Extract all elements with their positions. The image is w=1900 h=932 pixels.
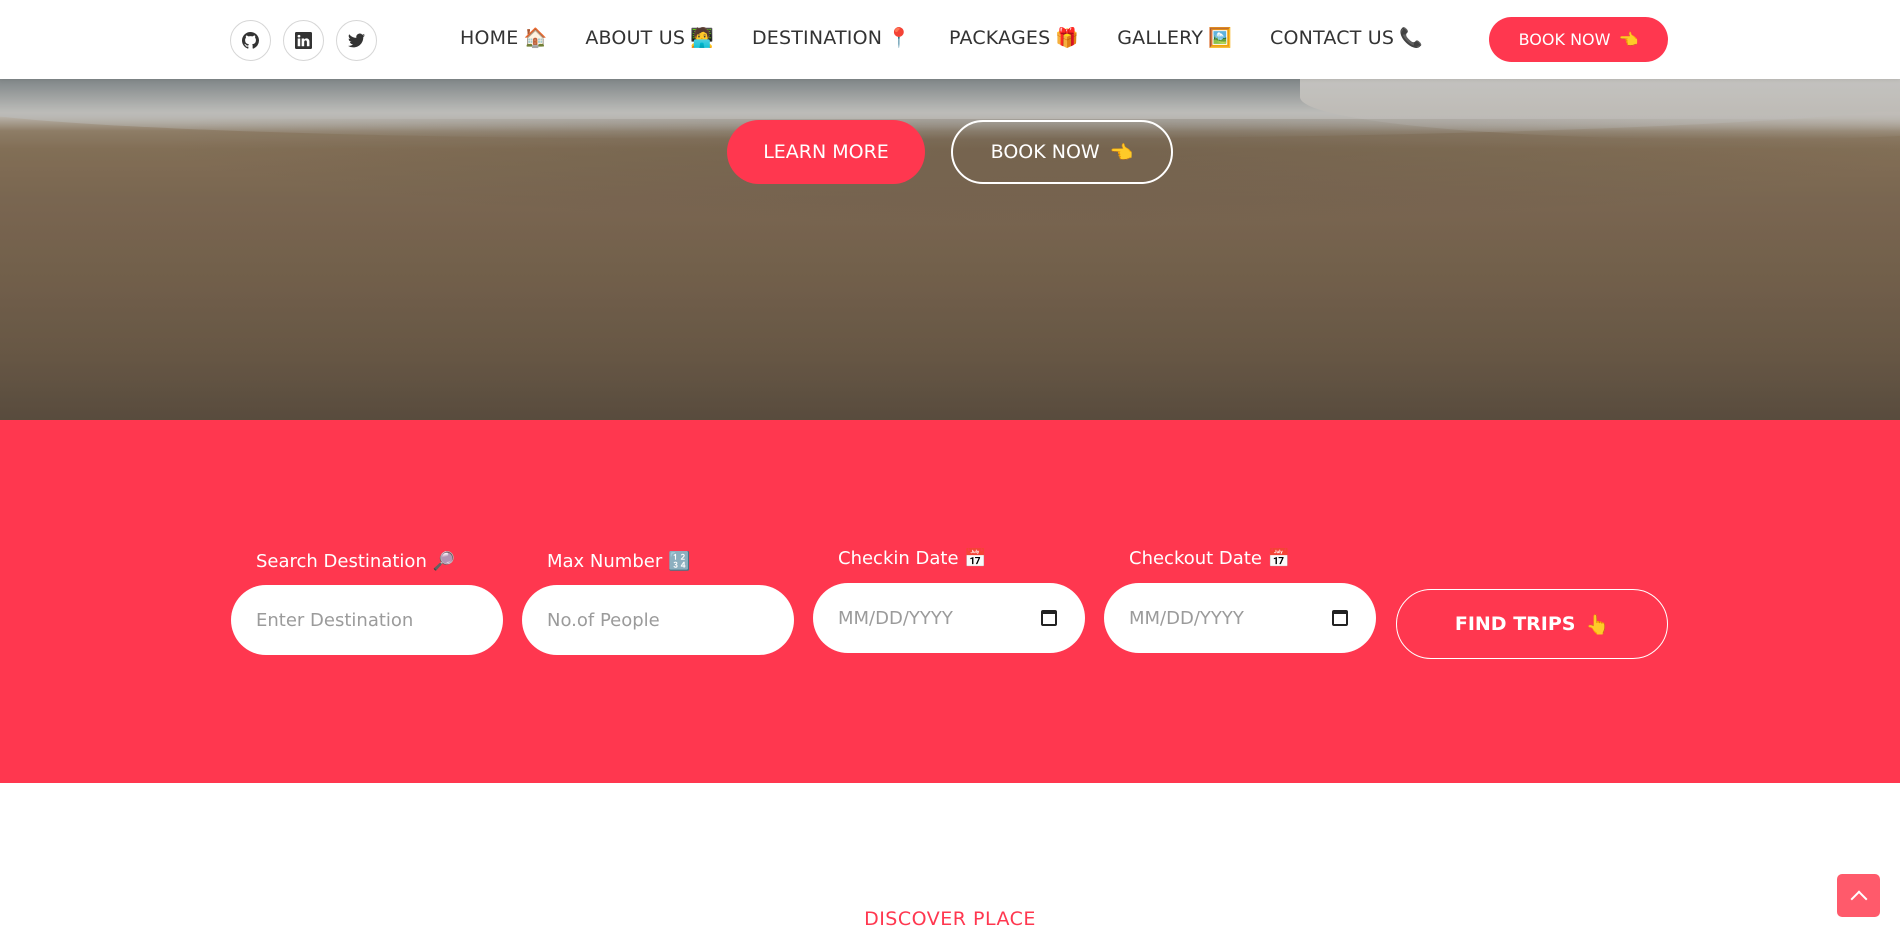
picture-icon: 🖼️ [1208,27,1232,49]
twitter-icon [348,33,365,48]
checkout-label: Checkout Date 📅 [1129,548,1291,569]
destination-label: Search Destination 🔎 [256,551,455,572]
navbar: HOME 🏠 ABOUT US 🧑‍💻 DESTINATION 📍 PACKAGES 🎁… [0,0,1900,79]
people-input[interactable]: No.of People [522,585,794,655]
github-icon [242,32,259,49]
hero-book-now-button[interactable]: BOOK NOW 👈 [951,120,1173,184]
find-trips-button[interactable]: FIND TRIPS 👆 [1396,589,1668,659]
trip-search-section: Search Destination 🔎 Enter Destination M… [0,420,1900,783]
checkout-date-input[interactable]: MM/DD/YYYY [1104,583,1376,653]
chevron-up-icon [1850,890,1867,907]
linkedin-icon [295,32,312,49]
linkedin-link[interactable] [283,20,324,61]
destination-field: Search Destination 🔎 Enter Destination [231,551,503,655]
technologist-icon: 🧑‍💻 [690,27,714,49]
nav-packages[interactable]: PACKAGES 🎁 [949,26,1079,49]
hero-section: LEARN MORE BOOK NOW 👈 [0,79,1900,420]
github-link[interactable] [230,20,271,61]
destination-placeholder: Enter Destination [256,609,414,631]
max-number-field: Max Number 🔢 No.of People [522,551,794,655]
hero-book-now-label: BOOK NOW [990,141,1100,163]
learn-more-button[interactable]: LEARN MORE [727,120,925,184]
max-number-label: Max Number 🔢 [547,551,691,572]
people-placeholder: No.of People [547,609,660,631]
phone-icon: 📞 [1399,27,1423,49]
nav-gallery[interactable]: GALLERY 🖼️ [1117,26,1232,49]
nav-contact-label: CONTACT US [1270,27,1395,49]
nav-home-label: HOME [460,27,519,49]
discover-heading: DISCOVER PLACE [864,908,1036,930]
checkin-date-input[interactable]: MM/DD/YYYY [813,583,1085,653]
nav-packages-label: PACKAGES [949,27,1051,49]
calendar-icon[interactable] [1332,610,1348,626]
nav-contact[interactable]: CONTACT US 📞 [1270,26,1423,49]
pin-icon: 📍 [887,27,912,49]
scroll-to-top-button[interactable] [1837,874,1880,917]
nav-destination[interactable]: DESTINATION 📍 [752,26,911,49]
pointing-hand-icon: 👈 [1109,141,1134,164]
book-now-button[interactable]: BOOK NOW 👈 [1489,17,1668,62]
calendar-icon[interactable] [1041,610,1057,626]
nav-about[interactable]: ABOUT US 🧑‍💻 [585,26,714,49]
house-icon: 🏠 [523,27,548,49]
book-now-label: BOOK NOW [1518,30,1611,49]
checkout-placeholder: MM/DD/YYYY [1129,607,1244,629]
pointing-up-icon: 👆 [1585,613,1610,636]
main-nav: HOME 🏠 ABOUT US 🧑‍💻 DESTINATION 📍 PACKAGES 🎁… [460,26,1461,49]
checkin-placeholder: MM/DD/YYYY [838,607,953,629]
checkin-label: Checkin Date 📅 [838,548,987,569]
hero-buttons: LEARN MORE BOOK NOW 👈 [727,120,1173,184]
nav-gallery-label: GALLERY [1117,27,1204,49]
nav-about-label: ABOUT US [585,27,686,49]
twitter-link[interactable] [336,20,377,61]
social-links [230,20,377,61]
pointing-hand-icon: 👈 [1618,30,1639,49]
gift-icon: 🎁 [1055,27,1080,49]
checkout-field: Checkout Date 📅 MM/DD/YYYY [1104,548,1376,653]
checkin-field: Checkin Date 📅 MM/DD/YYYY [813,548,1085,653]
nav-destination-label: DESTINATION [751,27,883,49]
destination-input[interactable]: Enter Destination [231,585,503,655]
find-trips-label: FIND TRIPS [1454,613,1576,635]
nav-home[interactable]: HOME 🏠 [460,26,547,49]
